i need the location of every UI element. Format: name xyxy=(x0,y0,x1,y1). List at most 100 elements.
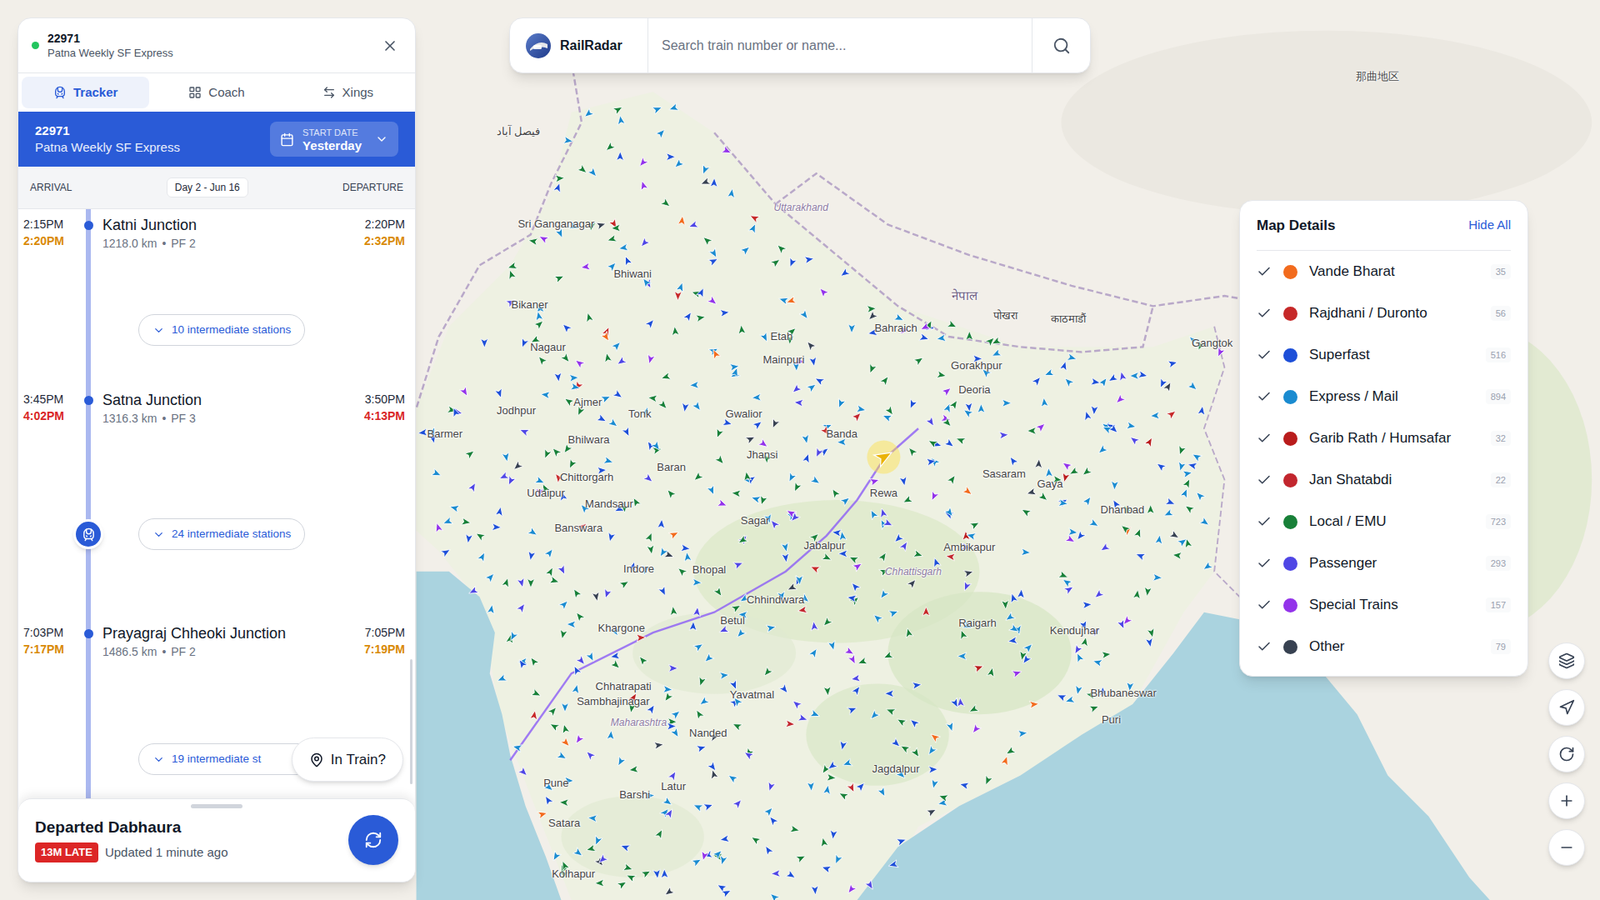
train-marker[interactable] xyxy=(838,740,848,752)
train-marker[interactable] xyxy=(1144,435,1155,448)
train-marker[interactable] xyxy=(1002,399,1012,407)
train-marker[interactable] xyxy=(1095,444,1108,456)
train-marker[interactable] xyxy=(548,720,560,732)
train-marker[interactable] xyxy=(885,690,895,698)
train-marker[interactable] xyxy=(660,197,672,210)
train-marker[interactable] xyxy=(645,317,657,330)
train-marker[interactable] xyxy=(591,591,601,603)
train-marker[interactable] xyxy=(925,456,936,466)
train-marker[interactable] xyxy=(560,352,573,365)
train-marker[interactable] xyxy=(925,416,938,429)
train-marker[interactable] xyxy=(1074,530,1086,542)
train-marker[interactable] xyxy=(935,334,946,344)
train-marker[interactable] xyxy=(669,664,679,672)
train-marker[interactable] xyxy=(695,743,707,754)
tab[interactable]: Xings xyxy=(284,76,412,109)
train-marker[interactable] xyxy=(602,352,612,364)
train-marker[interactable] xyxy=(1073,685,1083,696)
train-marker[interactable] xyxy=(1199,516,1211,529)
train-marker[interactable] xyxy=(871,611,884,624)
train-marker[interactable] xyxy=(689,380,699,390)
train-marker[interactable] xyxy=(965,330,974,340)
train-marker[interactable] xyxy=(1182,477,1194,490)
train-marker[interactable] xyxy=(1119,522,1131,535)
train-marker[interactable] xyxy=(734,628,746,640)
train-marker[interactable] xyxy=(1001,600,1010,610)
train-marker[interactable] xyxy=(467,480,479,493)
train-marker[interactable] xyxy=(1101,650,1112,659)
train-marker[interactable] xyxy=(1009,623,1021,635)
train-marker[interactable] xyxy=(1098,542,1110,555)
start-date-dropdown[interactable]: START DATEYesterday xyxy=(270,121,399,157)
train-marker[interactable] xyxy=(557,564,569,576)
train-marker[interactable] xyxy=(901,495,914,506)
train-marker[interactable] xyxy=(1128,434,1140,446)
train-marker[interactable] xyxy=(1082,410,1093,421)
train-marker[interactable] xyxy=(836,438,846,446)
train-marker[interactable] xyxy=(553,181,564,193)
train-marker[interactable] xyxy=(616,878,629,890)
train-marker[interactable] xyxy=(730,366,741,378)
train-marker[interactable] xyxy=(534,475,546,487)
train-marker[interactable] xyxy=(495,388,505,400)
train-marker[interactable] xyxy=(527,526,540,539)
train-marker[interactable] xyxy=(622,863,634,874)
train-marker[interactable] xyxy=(797,605,808,615)
train-marker[interactable] xyxy=(497,471,510,483)
train-marker[interactable] xyxy=(804,255,815,265)
train-marker[interactable] xyxy=(621,255,633,267)
train-marker[interactable] xyxy=(970,723,982,735)
train-marker[interactable] xyxy=(667,103,679,114)
train-marker[interactable] xyxy=(1065,534,1077,545)
train-marker[interactable] xyxy=(572,847,585,860)
train-marker[interactable] xyxy=(1035,420,1048,433)
train-marker[interactable] xyxy=(750,494,761,505)
train-marker[interactable] xyxy=(464,534,473,545)
train-marker[interactable] xyxy=(691,471,704,484)
train-marker[interactable] xyxy=(666,722,676,730)
train-marker[interactable] xyxy=(709,247,720,260)
train-marker[interactable] xyxy=(601,588,612,600)
train-marker[interactable] xyxy=(1162,508,1175,520)
train-marker[interactable] xyxy=(749,834,761,846)
train-marker[interactable] xyxy=(769,418,780,430)
train-marker[interactable] xyxy=(716,499,728,510)
train-marker[interactable] xyxy=(1126,421,1138,431)
train-marker[interactable] xyxy=(662,796,675,809)
train-marker[interactable] xyxy=(895,715,907,727)
train-marker[interactable] xyxy=(687,220,699,230)
train-marker[interactable] xyxy=(636,654,649,666)
brand[interactable]: RailRadar xyxy=(510,18,649,73)
train-marker[interactable] xyxy=(899,476,909,487)
train-marker[interactable] xyxy=(762,844,775,856)
train-marker[interactable] xyxy=(1150,411,1160,420)
intermediate-stations-button[interactable]: 10 intermediate stations xyxy=(138,314,305,346)
train-marker[interactable] xyxy=(511,742,523,752)
train-marker[interactable] xyxy=(727,188,737,199)
train-marker[interactable] xyxy=(563,136,574,146)
train-marker[interactable] xyxy=(1090,405,1099,416)
train-marker[interactable] xyxy=(605,234,617,245)
train-marker[interactable] xyxy=(495,505,505,517)
hide-all-button[interactable]: Hide All xyxy=(1468,215,1511,235)
train-marker[interactable] xyxy=(990,349,1002,360)
train-marker[interactable] xyxy=(887,860,899,870)
train-marker[interactable] xyxy=(726,772,739,785)
train-marker[interactable] xyxy=(1004,745,1016,757)
train-marker[interactable] xyxy=(960,580,971,593)
intermediate-stations-button[interactable]: 19 intermediate st xyxy=(138,743,318,775)
train-marker[interactable] xyxy=(460,517,471,527)
train-marker[interactable] xyxy=(1023,641,1035,654)
search-button[interactable] xyxy=(1031,18,1090,73)
train-marker[interactable] xyxy=(1106,373,1119,385)
train-marker[interactable] xyxy=(654,740,665,750)
train-marker[interactable] xyxy=(1183,502,1195,515)
train-marker[interactable] xyxy=(595,220,607,230)
train-marker[interactable] xyxy=(1176,461,1187,473)
train-marker[interactable] xyxy=(941,417,954,430)
train-marker[interactable] xyxy=(486,604,496,615)
train-marker[interactable] xyxy=(674,291,682,301)
train-marker[interactable] xyxy=(919,322,931,334)
train-marker[interactable] xyxy=(1114,394,1126,406)
train-marker[interactable] xyxy=(779,683,791,695)
